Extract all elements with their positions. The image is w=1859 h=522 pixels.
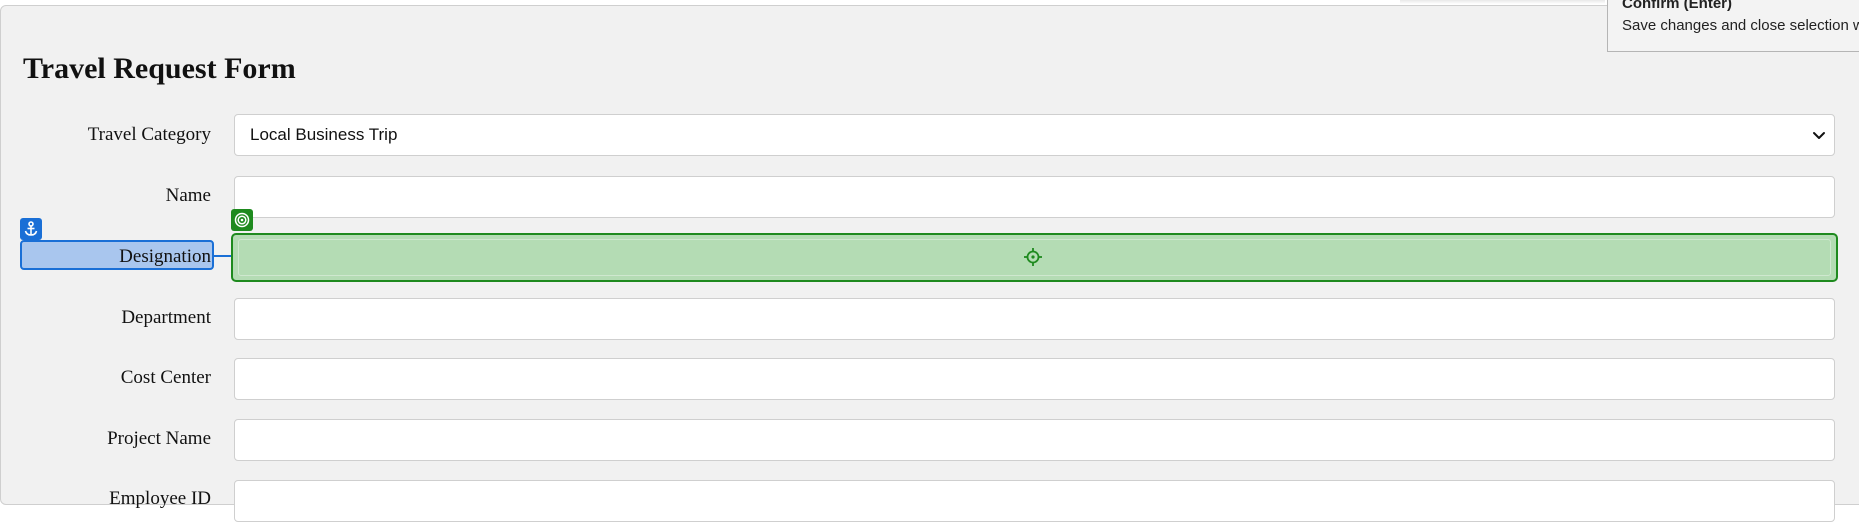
label-project-name: Project Name <box>107 428 211 449</box>
name-input[interactable] <box>234 176 1835 218</box>
tooltip-description: Save changes and close selection wi <box>1622 17 1859 34</box>
label-name: Name <box>165 185 211 206</box>
travel-category-value: Local Business Trip <box>250 125 398 144</box>
top-shadow <box>1400 0 1605 4</box>
anchor-connector <box>214 255 232 257</box>
crosshair-icon <box>1024 248 1042 266</box>
label-designation: Designation <box>119 246 211 267</box>
label-travel-category: Travel Category <box>87 124 211 145</box>
chevron-down-icon <box>1813 132 1825 139</box>
project-name-input[interactable] <box>234 419 1835 461</box>
label-cost-center: Cost Center <box>120 367 211 388</box>
label-department: Department <box>121 307 211 328</box>
target-icon[interactable] <box>231 209 253 231</box>
tooltip-title: Confirm (Enter) <box>1622 0 1732 12</box>
anchor-icon[interactable] <box>20 218 42 240</box>
cost-center-input[interactable] <box>234 358 1835 400</box>
employee-id-input[interactable] <box>234 480 1835 522</box>
confirm-tooltip: Confirm (Enter) Save changes and close s… <box>1607 0 1859 52</box>
page-title: Travel Request Form <box>23 52 296 85</box>
department-input[interactable] <box>234 298 1835 340</box>
label-employee-id: Employee ID <box>109 488 211 509</box>
travel-category-select[interactable]: Local Business Trip <box>234 114 1835 156</box>
